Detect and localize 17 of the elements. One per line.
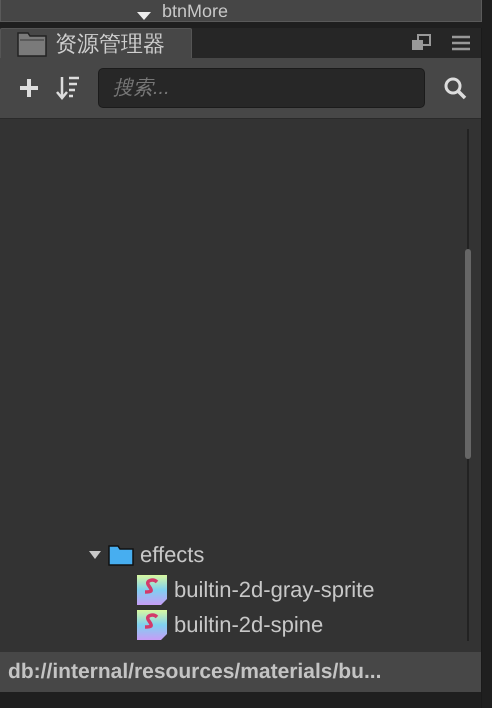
tree-item-label[interactable]: effects	[140, 542, 204, 568]
sort-icon[interactable]	[56, 75, 80, 101]
search-field[interactable]: 搜索...	[98, 68, 425, 108]
popout-icon[interactable]	[411, 34, 431, 52]
menu-icon[interactable]	[451, 35, 471, 51]
search-icon[interactable]	[443, 76, 467, 100]
folder-icon	[108, 544, 134, 566]
tree-item-label[interactable]: builtin-2d-gray-sprite	[174, 576, 375, 602]
tree-item-label[interactable]: builtin-2d-spine	[174, 612, 324, 638]
panel-tab[interactable]: 资源管理器	[0, 28, 192, 58]
caret-icon[interactable]	[88, 550, 102, 560]
node-label[interactable]: btnMore	[162, 1, 228, 21]
shader-file-icon	[136, 574, 168, 606]
caret-icon[interactable]	[136, 11, 152, 21]
asset-path: db://internal/resources/materials/bu...	[0, 652, 481, 692]
add-icon[interactable]	[18, 77, 40, 99]
shader-file-icon	[136, 608, 168, 640]
